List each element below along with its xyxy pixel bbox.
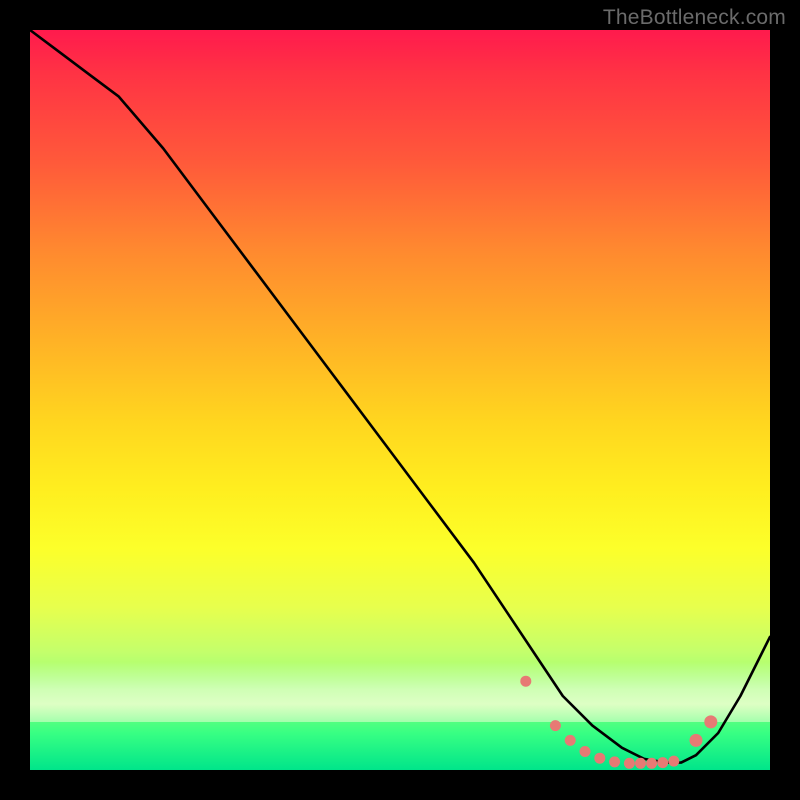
- watermark-text: TheBottleneck.com: [603, 6, 786, 30]
- marker-dot: [594, 753, 605, 764]
- marker-dot: [668, 756, 679, 767]
- stage: TheBottleneck.com: [0, 0, 800, 800]
- marker-dot: [690, 734, 703, 747]
- marker-dot: [635, 758, 646, 769]
- marker-dot: [565, 735, 576, 746]
- marker-dot: [657, 757, 668, 768]
- marker-dot: [704, 715, 717, 728]
- marker-dot: [580, 746, 591, 757]
- marker-dot: [520, 676, 531, 687]
- marker-dot: [646, 758, 657, 769]
- plot-area: [30, 30, 770, 770]
- chart-svg: [30, 30, 770, 770]
- bottleneck-curve: [30, 30, 770, 763]
- marker-dot: [624, 758, 635, 769]
- marker-dot: [550, 720, 561, 731]
- marker-dot: [609, 756, 620, 767]
- marker-group: [520, 676, 717, 769]
